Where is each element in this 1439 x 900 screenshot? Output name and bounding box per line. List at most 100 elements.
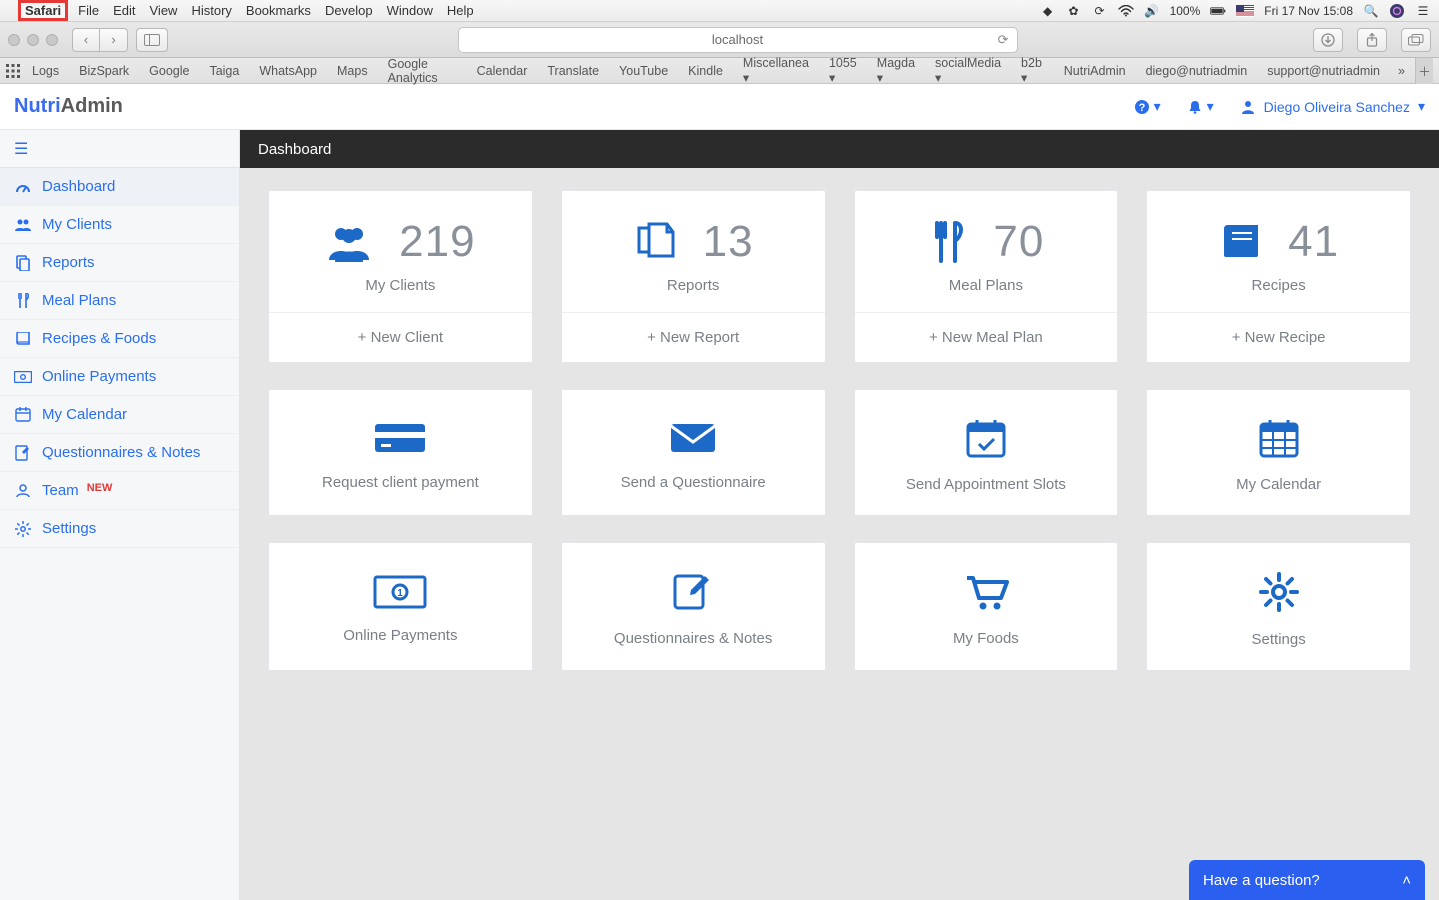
menu-history[interactable]: History (191, 3, 231, 18)
new-report-button[interactable]: + New Report (562, 312, 825, 362)
sidebar-item-dashboard[interactable]: Dashboard (0, 168, 239, 206)
notification-center-icon[interactable]: ☰ (1415, 4, 1431, 18)
stat-card-mealplans[interactable]: 70 Meal Plans + New Meal Plan (854, 190, 1119, 363)
favorites-grid-icon[interactable] (6, 62, 20, 80)
forward-button[interactable]: › (100, 28, 128, 52)
sidebar-item-reports[interactable]: Reports (0, 244, 239, 282)
favorite-link[interactable]: WhatsApp (251, 61, 325, 81)
tile-my-calendar[interactable]: My Calendar (1146, 389, 1411, 516)
browser-sidebar-toggle[interactable] (136, 28, 168, 52)
menu-window[interactable]: Window (387, 3, 433, 18)
favorite-link[interactable]: Maps (329, 61, 376, 81)
tile-questionnaires-notes[interactable]: Questionnaires & Notes (561, 542, 826, 671)
favorite-link[interactable]: Translate (539, 61, 607, 81)
window-controls (8, 34, 64, 46)
new-tab-button[interactable]: ＋ (1415, 58, 1433, 84)
menu-bookmarks[interactable]: Bookmarks (246, 3, 311, 18)
favorite-link[interactable]: Magda ▾ (869, 53, 923, 88)
gear-icon (1258, 571, 1300, 613)
stat-card-recipes[interactable]: 41 Recipes + New Recipe (1146, 190, 1411, 363)
sidebar-item-mealplans[interactable]: Meal Plans (0, 282, 239, 320)
sidebar-item-settings[interactable]: Settings (0, 510, 239, 548)
maximize-window-button[interactable] (46, 34, 58, 46)
reload-icon[interactable]: ⟳ (998, 32, 1009, 48)
downloads-button[interactable] (1313, 28, 1343, 52)
sidebar-item-clients[interactable]: My Clients (0, 206, 239, 244)
favorite-link[interactable]: Taiga (201, 61, 247, 81)
tile-send-slots[interactable]: Send Appointment Slots (854, 389, 1119, 516)
tile-settings[interactable]: Settings (1146, 542, 1411, 671)
volume-icon[interactable]: 🔊 (1144, 4, 1160, 18)
menu-safari[interactable]: Safari (18, 0, 68, 21)
siri-icon[interactable] (1389, 4, 1405, 18)
app-icon[interactable]: ✿ (1066, 4, 1082, 18)
favorite-link[interactable]: 1055 ▾ (821, 53, 865, 88)
battery-icon[interactable] (1210, 4, 1226, 18)
favorite-link[interactable]: b2b ▾ (1013, 53, 1052, 88)
sidebar-item-label: My Calendar (42, 406, 127, 423)
wifi-icon[interactable] (1118, 4, 1134, 18)
user-icon (14, 484, 32, 498)
menu-edit[interactable]: Edit (113, 3, 135, 18)
favorite-link[interactable]: socialMedia ▾ (927, 53, 1009, 88)
favorite-link[interactable]: NutriAdmin (1056, 61, 1134, 81)
notifications-menu[interactable]: ▾ (1187, 98, 1214, 115)
tabs-button[interactable] (1401, 28, 1431, 52)
new-mealplan-button[interactable]: + New Meal Plan (855, 312, 1118, 362)
favorite-link[interactable]: Calendar (469, 61, 536, 81)
content-area: Dashboard 219 My Clients + New Client 13… (240, 130, 1439, 900)
favorites-overflow[interactable]: » (1392, 64, 1411, 78)
sidebar-item-questionnaires[interactable]: Questionnaires & Notes (0, 434, 239, 472)
favorite-link[interactable]: Miscellanea ▾ (735, 53, 817, 88)
menu-view[interactable]: View (150, 3, 178, 18)
sidebar-item-label: Recipes & Foods (42, 330, 156, 347)
stat-card-clients[interactable]: 219 My Clients + New Client (268, 190, 533, 363)
address-bar[interactable]: localhost ⟳ (458, 27, 1018, 53)
stat-count: 41 (1288, 217, 1339, 267)
stat-card-reports[interactable]: 13 Reports + New Report (561, 190, 826, 363)
favorite-link[interactable]: BizSpark (71, 61, 137, 81)
tile-request-payment[interactable]: Request client payment (268, 389, 533, 516)
sidebar-item-payments[interactable]: Online Payments (0, 358, 239, 396)
favorite-link[interactable]: diego@nutriadmin (1138, 61, 1256, 81)
menu-develop[interactable]: Develop (325, 3, 373, 18)
sidebar-collapse-toggle[interactable]: ☰ (0, 130, 239, 168)
favorite-link[interactable]: Google Analytics (380, 54, 465, 88)
credit-card-icon (373, 420, 427, 456)
favorite-link[interactable]: Kindle (680, 61, 731, 81)
cart-icon (963, 572, 1009, 612)
tile-label: Online Payments (343, 627, 457, 644)
chat-text: Have a question? (1203, 872, 1320, 889)
battery-percent[interactable]: 100% (1170, 4, 1201, 18)
tile-my-foods[interactable]: My Foods (854, 542, 1119, 671)
new-client-button[interactable]: + New Client (269, 312, 532, 362)
spotlight-icon[interactable]: 🔍 (1363, 4, 1379, 18)
tile-send-questionnaire[interactable]: Send a Questionnaire (561, 389, 826, 516)
menu-help[interactable]: Help (447, 3, 474, 18)
brand-logo[interactable]: NutriAdmin (14, 95, 123, 118)
chat-widget[interactable]: Have a question? ˄ (1189, 860, 1425, 900)
stat-label: Meal Plans (855, 277, 1118, 312)
back-button[interactable]: ‹ (72, 28, 100, 52)
minimize-window-button[interactable] (27, 34, 39, 46)
favorite-link[interactable]: Logs (24, 61, 67, 81)
menu-file[interactable]: File (78, 3, 99, 18)
clock[interactable]: Fri 17 Nov 15:08 (1264, 4, 1353, 18)
language-flag-icon[interactable] (1236, 5, 1254, 17)
cutlery-icon (14, 293, 32, 309)
sidebar-item-recipes[interactable]: Recipes & Foods (0, 320, 239, 358)
sidebar-item-team[interactable]: Team NEW (0, 472, 239, 510)
favorite-link[interactable]: support@nutriadmin (1259, 61, 1388, 81)
share-button[interactable] (1357, 28, 1387, 52)
sidebar-item-label: Team (42, 482, 79, 499)
favorite-link[interactable]: Google (141, 61, 197, 81)
tile-online-payments[interactable]: 1 Online Payments (268, 542, 533, 671)
close-window-button[interactable] (8, 34, 20, 46)
sync-icon[interactable]: ⟳ (1092, 4, 1108, 18)
sidebar-item-calendar[interactable]: My Calendar (0, 396, 239, 434)
help-menu[interactable]: ? ▾ (1134, 98, 1161, 115)
user-menu[interactable]: Diego Oliveira Sanchez ▾ (1240, 98, 1425, 115)
dropbox-icon[interactable]: ◆ (1040, 4, 1056, 18)
new-recipe-button[interactable]: + New Recipe (1147, 312, 1410, 362)
favorite-link[interactable]: YouTube (611, 61, 676, 81)
